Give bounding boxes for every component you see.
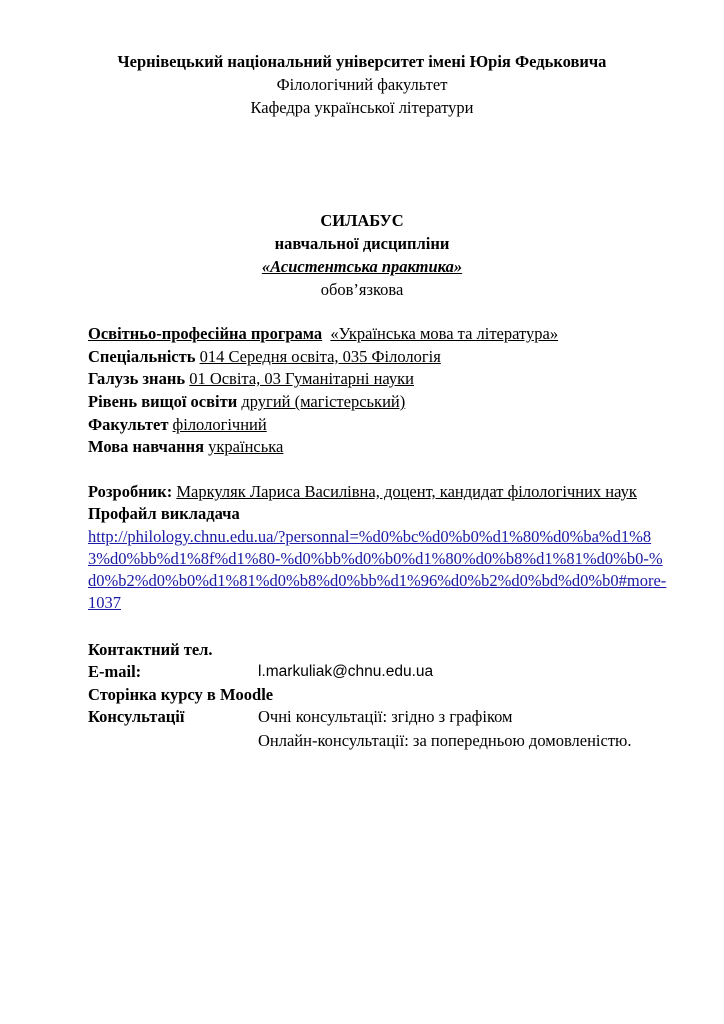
phone-label: Контактний тел.	[88, 640, 213, 659]
program-label: Освітньо-професійна програма	[88, 324, 323, 343]
specialty-label: Спеціальність	[88, 347, 196, 366]
faculty-value: філологічний	[172, 415, 267, 434]
program-value: «Українська мова та література»	[330, 324, 559, 343]
course-status: обов’язкова	[320, 280, 404, 299]
program-row: Освітньо-професійна програма «Українська…	[88, 324, 558, 344]
profile-link[interactable]: http://philology.chnu.edu.ua/?personnal=…	[88, 526, 668, 614]
doc-subtitle: навчальної дисципліни	[274, 234, 450, 253]
moodle-label: Сторінка курсу в Moodle	[88, 685, 274, 704]
developer-row: Розробник: Маркуляк Лариса Василівна, до…	[88, 482, 637, 502]
doc-type: СИЛАБУС	[320, 211, 404, 230]
email-label: E-mail:	[88, 662, 142, 681]
course-title: «Асистентська практика»	[261, 257, 463, 276]
faculty-row: Факультет філологічний	[88, 415, 267, 435]
document-page: Чернівецький національний університет ім…	[0, 0, 724, 1024]
consult-label: Консультації	[88, 707, 185, 726]
faculty-name: Філологічний факультет	[276, 75, 448, 94]
language-value: українська	[208, 437, 284, 456]
profile-label: Профайл викладача	[88, 504, 240, 523]
level-value: другий (магістерський)	[241, 392, 406, 411]
level-label: Рівень вищої освіти	[88, 392, 238, 411]
consult-online: Онлайн-консультації: за попередньою домо…	[258, 731, 632, 750]
specialty-row: Спеціальність 014 Середня освіта, 035 Фі…	[88, 347, 441, 367]
field-label: Галузь знань	[88, 369, 186, 388]
department-name: Кафедра української літератури	[250, 98, 474, 117]
consult-offline: Очні консультації: згідно з графіком	[258, 707, 513, 726]
level-row: Рівень вищої освіти другий (магістерськи…	[88, 392, 405, 412]
field-row: Галузь знань 01 Освіта, 03 Гуманітарні н…	[88, 369, 414, 389]
developer-value: Маркуляк Лариса Василівна, доцент, канди…	[176, 482, 637, 501]
university-name: Чернівецький національний університет ім…	[117, 52, 607, 71]
language-row: Мова навчання українська	[88, 437, 283, 457]
email-value[interactable]: l.markuliak@chnu.edu.ua	[258, 662, 433, 682]
specialty-value: 014 Середня освіта, 035 Філологія	[199, 347, 441, 366]
faculty-label: Факультет	[88, 415, 169, 434]
field-value: 01 Освіта, 03 Гуманітарні науки	[189, 369, 414, 388]
developer-label: Розробник:	[88, 482, 173, 501]
language-label: Мова навчання	[88, 437, 205, 456]
